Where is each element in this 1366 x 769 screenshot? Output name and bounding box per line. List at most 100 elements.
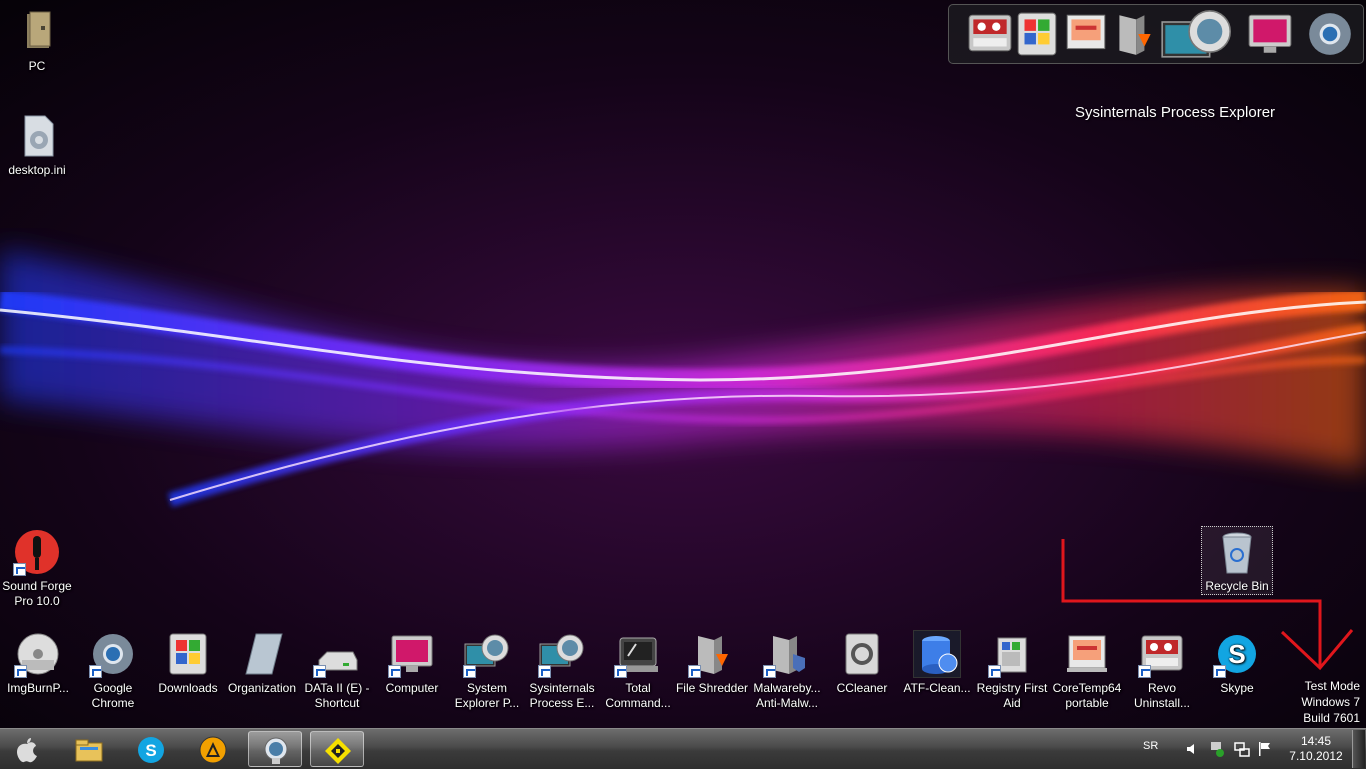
desktop-icon-label: ATF-Clean... <box>903 681 971 695</box>
drive-icon <box>313 630 361 678</box>
total-commander-icon <box>614 630 662 678</box>
imgburn-icon <box>14 630 62 678</box>
desktop-icon-skype[interactable]: S Skype <box>1200 630 1274 696</box>
downloads-icon <box>164 630 212 678</box>
process-explorer-icon <box>264 737 288 764</box>
watermark-line: Build 7601 <box>1303 711 1360 725</box>
desktop-icon-desktop-ini[interactable]: desktop.ini <box>1 112 73 178</box>
aimp-icon <box>199 736 227 764</box>
file-shredder-icon[interactable] <box>1109 9 1159 59</box>
desktop-icon-imgburn[interactable]: ImgBurnP... <box>1 630 75 696</box>
desktop-icon-sound-forge[interactable]: Sound Forge Pro 10.0 <box>1 528 73 609</box>
network-icon[interactable] <box>1234 741 1250 757</box>
desktop-icon-label: Sound Forge Pro 10.0 <box>2 579 72 608</box>
desktop-icon-downloads[interactable]: Downloads <box>151 630 225 696</box>
registry-icon <box>988 630 1036 678</box>
action-center-flag-icon[interactable] <box>1258 741 1272 757</box>
shortcut-arrow-icon <box>988 665 1001 678</box>
dock-tooltip: Sysinternals Process Explorer <box>1074 104 1276 121</box>
watermark-line: Test Mode <box>1304 679 1360 693</box>
shortcut-arrow-icon <box>463 665 476 678</box>
shortcut-arrow-icon <box>89 665 102 678</box>
atf-cleaner-icon <box>913 630 961 678</box>
sound-forge-icon <box>13 528 61 576</box>
desktop-icon-recycle-bin[interactable]: Recycle Bin <box>1201 526 1273 595</box>
desktop-icon-label: Downloads <box>158 681 218 695</box>
desktop-icon-label: Sysinternals Process E... <box>529 681 595 710</box>
language-indicator[interactable]: SR <box>1143 740 1158 752</box>
shortcut-arrow-icon <box>313 665 326 678</box>
skype-icon: S <box>138 737 164 763</box>
coretemp-icon[interactable] <box>1061 9 1111 59</box>
desktop-icon-system-explorer[interactable]: System Explorer P... <box>450 630 524 711</box>
dock-bar <box>948 4 1364 64</box>
desktop-icon-label: Malwareby... Anti-Malw... <box>753 681 821 710</box>
folder-pc-icon <box>13 8 61 56</box>
computer-icon <box>388 630 436 678</box>
desktop-icon-coretemp[interactable]: CoreTemp64 portable <box>1050 630 1124 711</box>
desktop-icon-label: Google Chrome <box>91 681 135 710</box>
chrome-icon <box>89 630 137 678</box>
show-desktop-button[interactable] <box>1352 730 1365 768</box>
taskbar-yellow-app[interactable] <box>310 731 364 767</box>
clock-time: 14:45 <box>1300 734 1332 748</box>
shortcut-arrow-icon <box>14 665 27 678</box>
desktop-icon-ccleaner[interactable]: CCleaner <box>825 630 899 696</box>
taskbar-file-explorer[interactable] <box>62 731 116 767</box>
skype-icon: S <box>1213 630 1261 678</box>
test-mode-watermark: Test Mode Windows 7 Build 7601 <box>1301 678 1360 726</box>
desktop-icon-label: Skype <box>1220 681 1254 695</box>
shortcut-arrow-icon <box>388 665 401 678</box>
start-button[interactable] <box>0 731 54 767</box>
system-clock[interactable]: 14:45 7.10.2012 <box>1282 734 1350 764</box>
volume-icon[interactable] <box>1185 742 1199 756</box>
desktop-icon-computer[interactable]: Computer <box>375 630 449 696</box>
taskbar-aimp[interactable] <box>186 731 240 767</box>
shortcut-arrow-icon <box>13 563 26 576</box>
control-panel-icon[interactable] <box>965 9 1015 59</box>
desktop-icon-chrome[interactable]: Google Chrome <box>76 630 150 711</box>
desktop-icon-label: ImgBurnP... <box>7 681 69 695</box>
desktop-icon-organization[interactable]: Organization <box>225 630 299 696</box>
desktop-icon-label: Revo Uninstall... <box>1133 681 1191 710</box>
desktop-icon-label: DATa II (E) - Shortcut <box>304 681 370 710</box>
desktop-icon-malwarebytes[interactable]: Malwareby... Anti-Malw... <box>750 630 824 711</box>
desktop-icon-revo-uninstaller[interactable]: Revo Uninstall... <box>1125 630 1199 711</box>
process-explorer-icon <box>538 630 586 678</box>
desktop-icon-atf-cleaner[interactable]: ATF-Clean... <box>900 630 974 696</box>
apple-start-icon <box>17 738 37 763</box>
recycle-bin-icon <box>1213 529 1261 577</box>
desktop-icon-label: System Explorer P... <box>454 681 520 710</box>
file-shredder-icon <box>688 630 736 678</box>
desktop-icon-file-shredder[interactable]: File Shredder <box>675 630 749 696</box>
desktop-icon-data-drive[interactable]: DATa II (E) - Shortcut <box>300 630 374 711</box>
file-explorer-icon <box>75 739 103 762</box>
system-explorer-icon <box>463 630 511 678</box>
desktop-icon-label: Registry First Aid <box>976 681 1048 710</box>
taskbar-process-explorer[interactable] <box>248 731 302 767</box>
clock-date: 7.10.2012 <box>1289 749 1343 763</box>
desktop-icon-label: desktop.ini <box>8 163 66 177</box>
computer-icon[interactable] <box>1245 9 1295 59</box>
desktop-icon-pc[interactable]: PC <box>1 8 73 74</box>
shortcut-arrow-icon <box>1138 665 1151 678</box>
desktop-icon-process-explorer[interactable]: Sysinternals Process E... <box>525 630 599 711</box>
chrome-icon[interactable] <box>1305 9 1355 59</box>
revo-icon <box>1138 630 1186 678</box>
desktop-icon-label: Recycle Bin <box>1205 579 1269 593</box>
desktop-icon-label: Organization <box>227 681 297 695</box>
desktop-icon-registry-first-aid[interactable]: Registry First Aid <box>975 630 1049 711</box>
taskbar: S SR 14:45 7.10.2012 <box>0 728 1366 769</box>
desktop-icon-total-commander[interactable]: Total Command... <box>601 630 675 711</box>
desktop-icon-label: CoreTemp64 portable <box>1052 681 1122 710</box>
shortcut-arrow-icon <box>538 665 551 678</box>
shortcut-arrow-icon <box>1213 665 1226 678</box>
windows-explorer-icon[interactable] <box>1012 9 1062 59</box>
network-security-icon[interactable] <box>1209 740 1225 758</box>
process-explorer-icon[interactable] <box>1159 3 1235 79</box>
svg-text:S: S <box>145 741 156 760</box>
coretemp-icon <box>1063 630 1111 678</box>
watermark-line: Windows 7 <box>1301 695 1360 709</box>
taskbar-skype[interactable]: S <box>124 731 178 767</box>
ccleaner-icon <box>838 630 886 678</box>
